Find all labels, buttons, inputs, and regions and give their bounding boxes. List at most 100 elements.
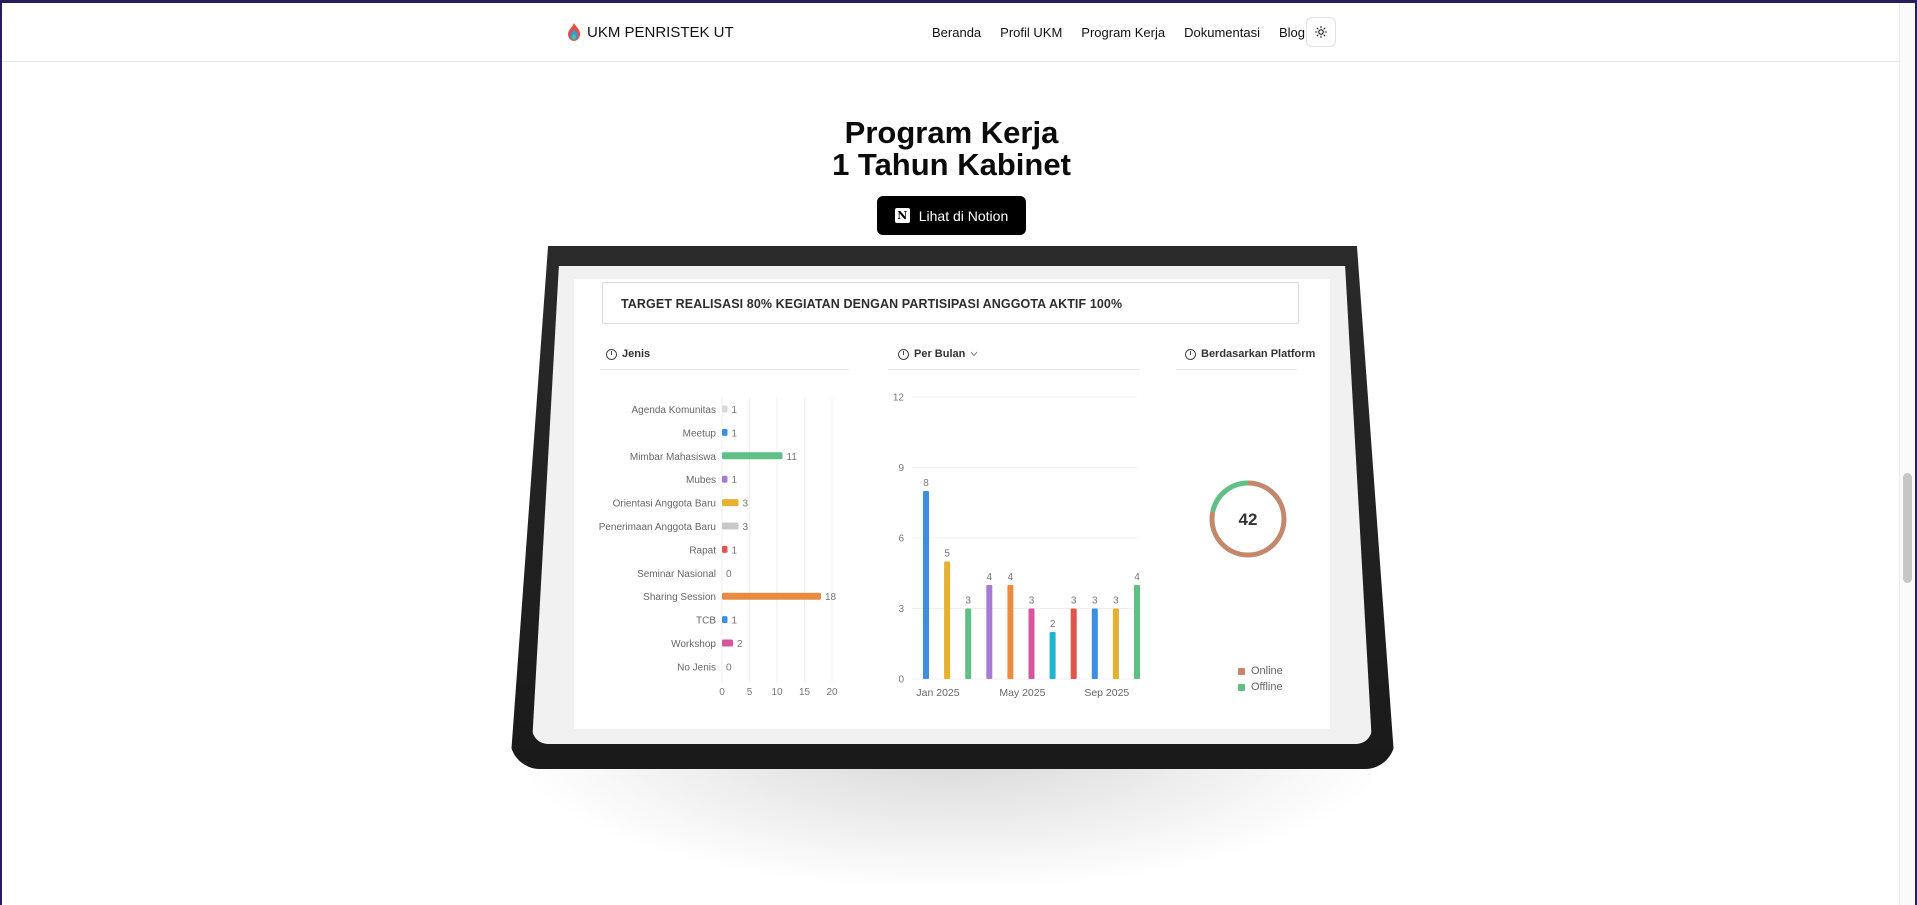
category-label: No Jenis xyxy=(677,662,716,673)
data-label: 3 xyxy=(1029,596,1035,607)
chart-jenis: 0 5 10 15 20Agenda Komunitas 1Meetup 1Mimbar M… xyxy=(599,397,838,698)
bar xyxy=(923,491,929,679)
x-tick-label: Jan 2025 xyxy=(916,687,959,699)
target-callout: TARGET REALISASI 80% KEGIATAN DENGAN PAR… xyxy=(602,282,1299,324)
page-title-line1: Program Kerja xyxy=(844,115,1059,150)
x-tick-label: 5 xyxy=(747,687,753,698)
panel-title-platform: Berdasarkan Platform xyxy=(1201,348,1316,360)
data-label: 4 xyxy=(1134,572,1140,583)
panel-header-jenis: Jenis xyxy=(606,348,650,360)
nav-link-dokumentasi[interactable]: Dokumentasi xyxy=(1184,25,1260,40)
data-label: 2 xyxy=(1050,619,1056,630)
page-scrollbar[interactable] xyxy=(1899,3,1915,905)
data-label: 3 xyxy=(743,499,749,510)
page-title-line2: 1 Tahun Kabinet xyxy=(832,147,1071,182)
bar xyxy=(722,639,733,647)
brand-link[interactable]: UKM PENRISTEK UT xyxy=(567,23,734,41)
x-tick-label: May 2025 xyxy=(999,687,1045,699)
bar xyxy=(722,405,728,413)
bar xyxy=(722,475,728,483)
y-tick-label: 9 xyxy=(898,463,904,474)
data-label: 2 xyxy=(737,639,743,650)
notion-icon: N xyxy=(894,208,910,223)
bar xyxy=(722,616,728,624)
nav-link-profil-ukm[interactable]: Profil UKM xyxy=(1000,25,1062,40)
nav-links: Beranda Profil UKM Program Kerja Dokumen… xyxy=(932,25,1305,40)
view-in-notion-label: Lihat di Notion xyxy=(918,207,1009,224)
legend-item-online: Online xyxy=(1238,663,1283,679)
platform-legend: Online Offline xyxy=(1238,663,1283,695)
category-label: Orientasi Anggota Baru xyxy=(613,499,716,510)
panel-title-jenis: Jenis xyxy=(622,348,651,360)
bar xyxy=(1028,608,1035,679)
category-label: Penerimaan Anggota Baru xyxy=(599,522,716,533)
bar xyxy=(722,428,728,436)
category-label: Rapat xyxy=(689,545,716,556)
legend-swatch xyxy=(1238,683,1245,691)
category-label: Mubes xyxy=(686,475,716,486)
donut-total: 42 xyxy=(1239,510,1258,529)
data-label: 3 xyxy=(743,522,749,533)
data-label: 1 xyxy=(732,405,738,416)
panel-divider xyxy=(888,369,1140,370)
category-label: Meetup xyxy=(683,428,717,439)
top-navbar: UKM PENRISTEK UT Beranda Profil UKM Prog… xyxy=(2,3,1901,62)
x-tick-label: 20 xyxy=(826,687,838,698)
y-tick-label: 6 xyxy=(898,534,904,545)
bar xyxy=(944,561,951,679)
scrollbar-thumb[interactable] xyxy=(1903,473,1912,583)
bar xyxy=(722,452,783,460)
y-tick-label: 0 xyxy=(898,675,904,686)
x-tick-label: Sep 2025 xyxy=(1084,687,1129,699)
category-label: Agenda Komunitas xyxy=(631,405,716,416)
category-label: Mimbar Mahasiswa xyxy=(630,452,717,463)
nav-link-beranda[interactable]: Beranda xyxy=(932,25,981,40)
chart-clock-icon xyxy=(1185,348,1196,360)
data-label: 18 xyxy=(825,592,837,603)
view-in-notion-button[interactable]: N Lihat di Notion xyxy=(877,196,1026,235)
data-label: 4 xyxy=(1008,572,1014,583)
legend-label: Offline xyxy=(1251,681,1283,693)
bar xyxy=(1112,608,1119,679)
x-tick-label: 10 xyxy=(771,687,783,698)
bar xyxy=(722,499,739,507)
theme-toggle-button[interactable] xyxy=(1306,17,1336,47)
bar xyxy=(1070,608,1077,679)
panel-divider xyxy=(600,369,850,370)
bar xyxy=(722,592,821,600)
data-label: 3 xyxy=(1092,596,1098,607)
bar xyxy=(965,608,972,679)
data-label: 8 xyxy=(923,478,929,489)
nav-link-program-kerja[interactable]: Program Kerja xyxy=(1081,25,1165,40)
data-label: 1 xyxy=(732,545,738,556)
category-label: Sharing Session xyxy=(643,592,716,603)
legend-item-offline: Offline xyxy=(1238,679,1283,695)
chart-per-bulan: 0 3 6 9 12 8 5 3 4 4 3 2 3 3 3 4 Jan 2025 May 2025 Sep 202… xyxy=(893,393,1140,700)
data-label: 0 xyxy=(726,662,732,673)
panel-title-per-bulan: Per Bulan xyxy=(914,348,966,360)
sun-icon xyxy=(1315,26,1327,38)
target-text: TARGET REALISASI 80% KEGIATAN DENGAN PAR… xyxy=(621,297,1123,311)
data-label: 3 xyxy=(1113,596,1119,607)
category-label: Seminar Nasional xyxy=(637,569,716,580)
data-label: 1 xyxy=(732,475,738,486)
bar xyxy=(1091,608,1098,679)
bar xyxy=(1134,585,1140,679)
category-label: Workshop xyxy=(671,639,716,650)
category-label: TCB xyxy=(696,616,716,627)
chart-clock-icon xyxy=(606,348,617,360)
flame-logo-icon xyxy=(568,23,580,41)
data-label: 1 xyxy=(732,616,738,627)
data-label: 1 xyxy=(732,428,738,439)
chevron-down-icon xyxy=(970,351,978,357)
bar xyxy=(986,585,993,679)
x-tick-label: 0 xyxy=(719,687,725,698)
page-title: Program Kerja 1 Tahun Kabinet xyxy=(2,117,1901,181)
chart-platform-donut: 42 xyxy=(1209,480,1287,558)
nav-link-blog[interactable]: Blog xyxy=(1279,25,1305,40)
data-label: 3 xyxy=(965,596,971,607)
panel-header-per-bulan[interactable]: Per Bulan xyxy=(898,348,978,360)
chart-clock-icon xyxy=(898,348,909,360)
data-label: 11 xyxy=(787,452,798,463)
bar xyxy=(722,545,728,553)
